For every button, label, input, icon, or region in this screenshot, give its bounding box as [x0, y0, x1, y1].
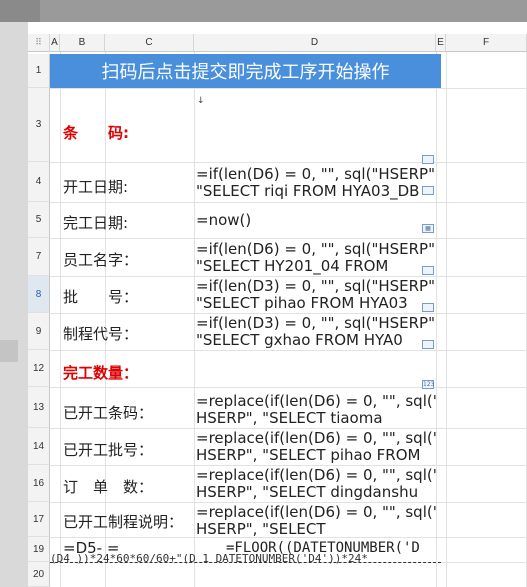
batch-number-cell[interactable]: =if(len(D3) = 0, "", sql("HSERP", "SELEC… — [196, 278, 436, 312]
end-date-cell[interactable]: =now() — [196, 212, 436, 229]
col-header-a[interactable]: A — [50, 34, 60, 52]
started-process-desc-cell[interactable]: =replace(if(len(D6) = 0, "", sql(" HSERP… — [196, 504, 436, 536]
col-header-f[interactable]: F — [446, 34, 527, 52]
row-header-12[interactable]: 12 — [28, 350, 50, 387]
started-barcode-label: 已开工条码： — [63, 404, 154, 422]
col-header-d[interactable]: D — [194, 34, 436, 52]
row-header-7[interactable]: 7 — [28, 238, 50, 276]
row-header-9[interactable]: 9 — [28, 313, 50, 350]
top-toolbar-strip — [0, 0, 527, 22]
col-header-e[interactable]: E — [436, 34, 446, 52]
row-header-4[interactable]: 4 — [28, 162, 50, 202]
started-process-desc-label: 已开工制程说明： — [63, 513, 184, 531]
select-all-corner[interactable]: ⠿ — [28, 34, 50, 52]
banner-title: 扫码后点击提交即完成工序开始操作 — [50, 54, 441, 88]
end-date-label: 完工日期: — [63, 214, 129, 232]
date-picker-icon[interactable]: ▦ — [422, 224, 434, 233]
batch-number-label: 批 号： — [63, 288, 139, 306]
row19-overflow-text: (D4 ))*24*60*60/60+"(D 1 DATETONUMBER('D… — [50, 554, 368, 564]
row-header-13[interactable]: 13 — [28, 387, 50, 428]
number-icon[interactable]: 123 — [422, 380, 434, 389]
row-header-14[interactable]: 14 — [28, 428, 50, 465]
row-header-1[interactable]: 1 — [28, 54, 50, 88]
cell-dropdown-icon[interactable] — [422, 266, 434, 275]
order-count-cell[interactable]: =replace(if(len(D6) = 0, "", sql(" HSERP… — [196, 467, 436, 501]
employee-name-label: 员工名字： — [63, 251, 139, 269]
barcode-label: 条 码: — [63, 124, 129, 142]
cell-dropdown-icon[interactable] — [422, 155, 434, 164]
started-barcode-cell[interactable]: =replace(if(len(D6) = 0, "", sql(" HSERP… — [196, 393, 436, 427]
spreadsheet: ⠿ A B C D E F 1 3 4 5 7 8 9 12 13 14 16 … — [28, 22, 527, 587]
start-date-cell[interactable]: =if(len(D6) = 0, "", sql("HSERP", "SELEC… — [196, 166, 436, 200]
process-code-cell[interactable]: =if(len(D3) = 0, "", sql("HSERP", "SELEC… — [196, 315, 436, 349]
row-header-19[interactable]: 19 — [28, 537, 50, 562]
started-batch-label: 已开工批号： — [63, 441, 154, 459]
employee-name-cell[interactable]: =if(len(D6) = 0, "", sql("HSERP", "SELEC… — [196, 241, 436, 275]
started-batch-cell[interactable]: =replace(if(len(D6) = 0, "", sql(" HSERP… — [196, 430, 436, 464]
row-header-8[interactable]: 8 — [28, 276, 50, 313]
left-panel — [0, 22, 28, 587]
left-panel-tab[interactable] — [0, 340, 18, 362]
process-code-label: 制程代号： — [63, 325, 139, 343]
row-header-5[interactable]: 5 — [28, 202, 50, 238]
fill-handle-marker: ↓ — [197, 96, 205, 106]
row-header-17[interactable]: 17 — [28, 502, 50, 537]
start-date-label: 开工日期: — [63, 178, 129, 196]
order-count-label: 订 单 数： — [63, 478, 154, 496]
row-header-20[interactable]: 20 — [28, 562, 50, 587]
row-header-16[interactable]: 16 — [28, 465, 50, 502]
cell-dropdown-icon[interactable] — [422, 303, 434, 312]
cell-dropdown-icon[interactable] — [422, 340, 434, 349]
completed-qty-label: 完工数量： — [63, 364, 139, 382]
col-header-c[interactable]: C — [105, 34, 194, 52]
cell-dropdown-icon[interactable] — [422, 186, 434, 195]
col-header-b[interactable]: B — [60, 34, 105, 52]
row-header-3[interactable]: 3 — [28, 88, 50, 162]
